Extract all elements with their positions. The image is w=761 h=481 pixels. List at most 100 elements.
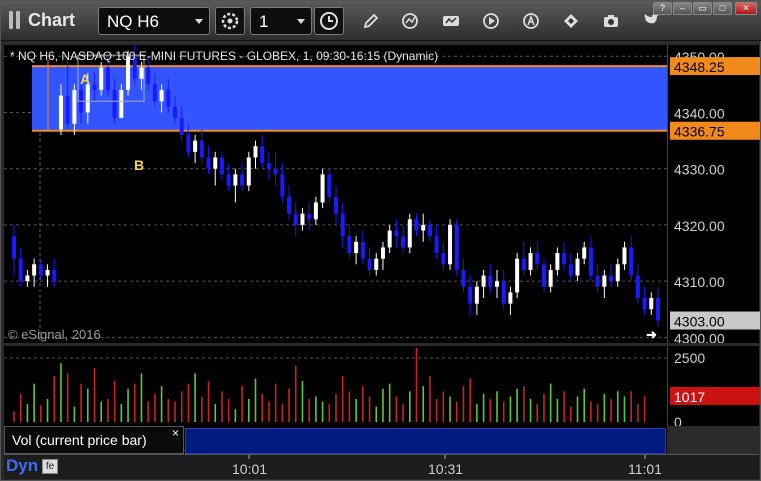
candle-body xyxy=(139,67,144,79)
candle-body xyxy=(495,281,499,287)
candle-body xyxy=(12,236,16,259)
candle-body xyxy=(575,258,580,276)
price-chart[interactable]: * NQ H6, NASDAQ 100 E-MINI FUTURES - GLO… xyxy=(4,45,667,343)
candle-body xyxy=(622,247,627,265)
refresh-chart-icon[interactable] xyxy=(400,11,420,31)
close-study-icon[interactable]: × xyxy=(172,426,179,440)
volume-axis-scale: 2500 0 1017 xyxy=(670,350,760,430)
trade-icon[interactable] xyxy=(561,11,581,31)
candle-body xyxy=(521,258,526,270)
interval-selector[interactable]: 1 xyxy=(250,7,312,35)
candle-body xyxy=(18,258,23,282)
candle-body xyxy=(555,253,560,270)
candle-body xyxy=(541,264,546,287)
candle-body xyxy=(414,219,419,231)
candle-body xyxy=(474,286,479,304)
price-tick-label: 4330.00 xyxy=(674,162,725,178)
candle-body xyxy=(635,275,640,299)
study-label-bar: Vol (current price bar) × xyxy=(4,426,667,454)
study-label-fill xyxy=(185,428,666,454)
candle-body xyxy=(468,286,473,304)
gear-icon xyxy=(221,12,239,30)
restore-button[interactable]: ▭ xyxy=(693,2,712,15)
minimize-button[interactable]: – xyxy=(673,2,692,15)
candle-body xyxy=(340,213,345,237)
symbol-selector[interactable]: NQ H6 xyxy=(98,7,210,35)
time-template-button[interactable] xyxy=(314,7,344,35)
upper-level-tag: 4348.25 xyxy=(674,59,725,75)
candle-body xyxy=(588,247,593,276)
chart-window: Chart NQ H6 1 ? – ▭ □ ✕ * NQ H6, NASDAQ … xyxy=(0,0,761,481)
candle-body xyxy=(360,241,365,259)
close-button[interactable]: ✕ xyxy=(735,2,757,15)
study-label: Vol (current price bar) xyxy=(12,432,147,448)
price-tick-label: 4300.00 xyxy=(674,330,725,343)
candle-body xyxy=(320,174,325,203)
toolbar-grip[interactable] xyxy=(9,11,13,29)
candle-body xyxy=(300,213,305,225)
time-axis[interactable]: 10:01 10:31 11:01 xyxy=(4,454,759,479)
candle-body xyxy=(501,281,506,304)
interval-settings-button[interactable] xyxy=(215,7,245,35)
candle-body xyxy=(629,247,634,276)
price-tick-label: 4320.00 xyxy=(674,218,725,234)
candle-body xyxy=(38,264,43,276)
candle-body xyxy=(240,174,245,186)
maximize-button[interactable]: □ xyxy=(713,2,732,15)
price-axis[interactable]: 4350.004340.004330.004320.004310.004300.… xyxy=(667,45,760,346)
candle-body xyxy=(52,269,57,282)
candle-body xyxy=(615,264,620,282)
candle-body xyxy=(488,275,493,287)
candle-body xyxy=(287,196,292,214)
candle-body xyxy=(568,264,573,276)
candle-body xyxy=(448,224,453,265)
candle-body xyxy=(233,174,238,186)
price-tick-label: 4310.00 xyxy=(674,274,725,290)
study-icon[interactable] xyxy=(441,11,461,31)
toolbar-grip[interactable] xyxy=(16,11,20,29)
play-icon[interactable] xyxy=(481,11,501,31)
pencil-icon[interactable] xyxy=(361,11,381,31)
label-b: B xyxy=(134,157,144,173)
study-label-tab[interactable]: Vol (current price bar) × xyxy=(4,426,184,454)
candle-body xyxy=(441,253,446,265)
time-tick-label: 11:01 xyxy=(628,461,662,477)
volume-chart[interactable] xyxy=(4,346,667,426)
camera-icon[interactable] xyxy=(601,11,621,31)
candle-body xyxy=(515,258,520,293)
last-volume-tag: 1017 xyxy=(674,389,705,405)
help-button[interactable]: ? xyxy=(653,2,672,15)
settings-icon[interactable]: fe xyxy=(42,459,58,474)
candle-body xyxy=(105,67,110,90)
candle-body xyxy=(481,275,486,287)
candle-body xyxy=(280,174,285,197)
alert-icon[interactable] xyxy=(521,11,541,31)
candle-body xyxy=(32,264,37,276)
candle-body xyxy=(562,253,567,265)
candle-body xyxy=(528,253,533,270)
candle-body xyxy=(313,202,318,220)
candle-body xyxy=(226,174,231,186)
candle-body xyxy=(307,213,312,220)
last-price-tag: 4303.00 xyxy=(674,314,725,330)
candle-body xyxy=(112,89,117,119)
label-a: A xyxy=(80,71,90,87)
time-tick-label: 10:01 xyxy=(232,461,267,477)
candle-body xyxy=(421,224,426,231)
candle-body xyxy=(72,89,77,124)
time-axis-scale: 10:01 10:31 11:01 xyxy=(232,455,662,477)
price-tick-label: 4340.00 xyxy=(674,105,725,121)
candle-body xyxy=(354,241,359,254)
candle-body xyxy=(65,95,70,124)
candle-body xyxy=(656,298,660,321)
toolbar: Chart NQ H6 1 ? – ▭ □ ✕ xyxy=(1,1,761,41)
candle-body xyxy=(394,230,399,237)
price-chart-pane[interactable]: * NQ H6, NASDAQ 100 E-MINI FUTURES - GLO… xyxy=(4,45,667,343)
candle-body xyxy=(260,146,265,164)
candle-body xyxy=(535,253,540,265)
candle-body xyxy=(582,247,587,259)
candle-body xyxy=(186,134,191,152)
volume-axis[interactable]: 2500 0 1017 xyxy=(667,346,760,430)
candle-body xyxy=(146,67,151,85)
volume-pane[interactable] xyxy=(4,346,667,426)
